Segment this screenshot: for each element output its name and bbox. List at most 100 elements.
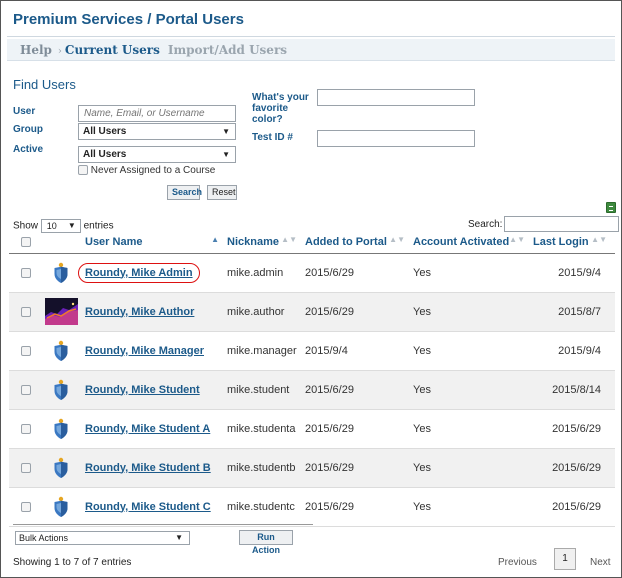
added-cell: 2015/6/29 bbox=[305, 409, 413, 449]
row-checkbox-cell bbox=[9, 331, 43, 371]
user-name-link[interactable]: Roundy, Mike Student C bbox=[85, 501, 211, 513]
active-select[interactable]: All Users ▼ bbox=[78, 146, 236, 163]
col-activated[interactable]: Account Activated ▲▼ bbox=[413, 231, 533, 254]
nickname-cell: mike.studentc bbox=[227, 487, 305, 527]
shield-icon bbox=[53, 457, 69, 479]
row-checkbox[interactable] bbox=[21, 267, 31, 278]
never-assigned-row: Never Assigned to a Course bbox=[78, 165, 215, 176]
search-button[interactable]: Search bbox=[167, 185, 202, 200]
last-login-cell: 2015/8/14 bbox=[533, 370, 615, 410]
never-assigned-label: Never Assigned to a Course bbox=[90, 165, 216, 176]
table-row: Roundy, Mike Manager mike.manager 2015/9/4… bbox=[9, 331, 615, 371]
favorite-color-label: What's your favorite color? bbox=[252, 92, 309, 125]
row-checkbox[interactable] bbox=[21, 384, 31, 395]
shield-icon bbox=[53, 418, 69, 440]
added-cell: 2015/9/4 bbox=[305, 331, 413, 371]
page-title: Premium Services / Portal Users bbox=[13, 11, 244, 28]
user-search-input[interactable] bbox=[78, 105, 236, 122]
active-label: Active bbox=[13, 144, 44, 155]
group-label: Group bbox=[13, 124, 43, 135]
previous-page-button[interactable]: Previous bbox=[498, 557, 537, 568]
row-checkbox-cell bbox=[9, 292, 43, 332]
group-select[interactable]: All Users ▼ bbox=[78, 123, 236, 140]
activated-cell: Yes bbox=[413, 448, 533, 488]
row-checkbox[interactable] bbox=[21, 345, 31, 356]
reset-button[interactable]: Reset bbox=[207, 185, 237, 200]
added-cell: 2015/6/29 bbox=[305, 448, 413, 488]
shield-icon bbox=[53, 496, 69, 518]
user-name-link[interactable]: Roundy, Mike Student B bbox=[85, 462, 211, 474]
sort-asc-icon: ▲ bbox=[211, 235, 219, 244]
chevron-down-icon: ▼ bbox=[175, 533, 183, 542]
bulk-actions-value: Bulk Actions bbox=[19, 533, 69, 543]
never-assigned-checkbox[interactable] bbox=[78, 165, 88, 176]
nav-import-add-users[interactable]: Import/Add Users bbox=[168, 43, 287, 57]
table-header-row: User Name ▲ Nickname ▲▼ Added to Portal ▲▼ … bbox=[9, 231, 615, 254]
col-last-login[interactable]: Last Login ▲▼ bbox=[533, 231, 615, 254]
added-cell: 2015/6/29 bbox=[305, 370, 413, 410]
col-user-name[interactable]: User Name ▲ bbox=[85, 231, 227, 254]
col-nickname[interactable]: Nickname ▲▼ bbox=[227, 231, 305, 254]
showing-entries-info: Showing 1 to 7 of 7 entries bbox=[13, 557, 132, 568]
next-page-button[interactable]: Next bbox=[590, 557, 611, 568]
user-icon-cell bbox=[43, 448, 85, 488]
chevron-down-icon: ▼ bbox=[222, 127, 230, 136]
user-label: User bbox=[13, 106, 36, 117]
col-nickname-label: Nickname bbox=[227, 235, 279, 248]
col-activated-label: Account Activated bbox=[413, 235, 510, 248]
last-login-cell: 2015/8/7 bbox=[533, 292, 615, 332]
row-checkbox-cell bbox=[9, 370, 43, 410]
last-login-cell: 2015/6/29 bbox=[533, 448, 615, 488]
user-name-link[interactable]: Roundy, Mike Student A bbox=[85, 423, 210, 435]
page-1-button[interactable]: 1 bbox=[554, 548, 576, 570]
favorite-color-input[interactable] bbox=[317, 89, 475, 106]
user-name-cell: Roundy, Mike Author bbox=[85, 292, 227, 332]
col-user-name-label: User Name bbox=[85, 235, 143, 248]
nav-current-users[interactable]: Current Users bbox=[65, 43, 160, 57]
page-length-value: 10 bbox=[46, 221, 57, 231]
user-icon-cell bbox=[43, 292, 85, 332]
user-name-cell: Roundy, Mike Student C bbox=[85, 487, 227, 527]
user-icon-cell bbox=[43, 331, 85, 371]
user-name-link[interactable]: Roundy, Mike Admin bbox=[78, 262, 200, 283]
bulk-actions-select[interactable]: Bulk Actions ▼ bbox=[15, 531, 190, 545]
row-checkbox-cell bbox=[9, 448, 43, 488]
user-icon-cell bbox=[43, 487, 85, 527]
sort-icon: ▲▼ bbox=[281, 235, 297, 244]
title-divider bbox=[7, 36, 615, 37]
select-all-checkbox[interactable] bbox=[21, 236, 31, 247]
run-action-button[interactable]: Run Action bbox=[239, 530, 293, 555]
show-label: Show bbox=[13, 220, 39, 232]
breadcrumb-separator-icon: › bbox=[57, 46, 62, 57]
excel-export-icon[interactable] bbox=[606, 202, 616, 213]
user-name-link[interactable]: Roundy, Mike Manager bbox=[85, 345, 204, 357]
row-checkbox[interactable] bbox=[21, 501, 31, 512]
col-added-label: Added to Portal bbox=[305, 235, 387, 248]
table-search-input[interactable] bbox=[504, 216, 619, 232]
nickname-cell: mike.studentb bbox=[227, 448, 305, 488]
shield-icon bbox=[53, 340, 69, 362]
test-id-input[interactable] bbox=[317, 130, 475, 147]
nav-help[interactable]: Help bbox=[20, 43, 52, 57]
row-checkbox[interactable] bbox=[21, 462, 31, 473]
user-name-link[interactable]: Roundy, Mike Author bbox=[85, 306, 194, 318]
bulk-divider bbox=[13, 524, 313, 525]
sort-icon: ▲▼ bbox=[591, 235, 607, 244]
sort-icon: ▲▼ bbox=[389, 235, 405, 244]
table-row: Roundy, Mike Student Cmike.studentc 2015/… bbox=[9, 487, 615, 527]
activated-cell: Yes bbox=[413, 292, 533, 332]
entries-label: entries bbox=[83, 220, 114, 232]
user-name-link[interactable]: Roundy, Mike Student bbox=[85, 384, 200, 396]
nickname-cell: mike.author bbox=[227, 292, 305, 332]
icon-header bbox=[43, 231, 85, 254]
user-icon-cell bbox=[43, 409, 85, 449]
col-added[interactable]: Added to Portal ▲▼ bbox=[305, 231, 413, 254]
portal-users-panel: Premium Services / Portal Users Help › Cur… bbox=[0, 0, 622, 578]
nickname-cell: mike.student bbox=[227, 370, 305, 410]
activated-cell: Yes bbox=[413, 487, 533, 527]
group-select-value: All Users bbox=[83, 126, 127, 137]
row-checkbox[interactable] bbox=[21, 306, 31, 317]
table-search-label: Search: bbox=[468, 219, 503, 230]
sort-icon: ▲▼ bbox=[509, 235, 525, 244]
row-checkbox[interactable] bbox=[21, 423, 31, 434]
